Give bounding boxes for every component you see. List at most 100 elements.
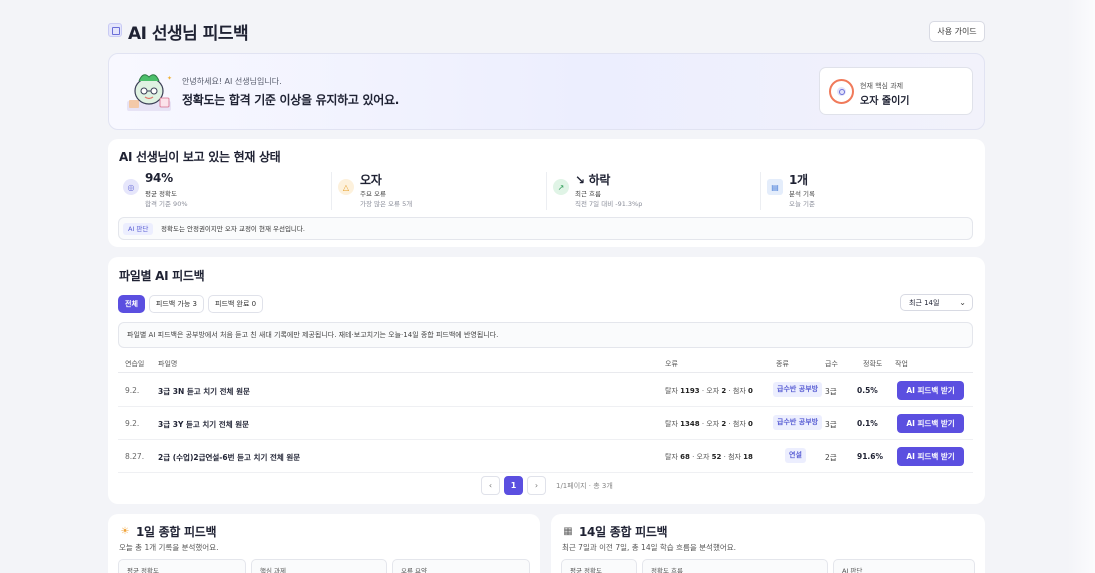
mascot-teacher-icon: ✦ — [127, 74, 172, 111]
core-task-label: 현재 핵심 과제 — [860, 82, 904, 90]
row-filename: 3급 3Y 듣고 치기 전체 원문 — [158, 420, 250, 429]
filter-tabs: 전체 피드백 가능 3 피드백 완료 0 — [118, 295, 264, 313]
ai-judgement-tag: AI 판단 — [123, 223, 154, 235]
metric-label: 최근 흐름 — [575, 190, 601, 198]
page-1-button[interactable]: 1 — [504, 476, 523, 495]
metric-value: 오자 — [360, 173, 382, 187]
metric-trend: ↗ ↘ 하락 최근 흐름 직전 7일 대비 -91.3%p — [548, 171, 758, 211]
table-header: 연습일 파일명 오류 종류 급수 정확도 작업 — [118, 354, 973, 373]
metric-value: 94% — [145, 171, 173, 185]
date-range-value: 최근 14일 — [909, 298, 940, 307]
summary-box: 오류 요약 — [392, 559, 530, 573]
usage-guide-button[interactable]: 사용 가이드 — [929, 21, 985, 42]
row-grade: 3급 — [825, 387, 837, 396]
get-ai-feedback-button[interactable]: AI 피드백 받기 — [897, 447, 964, 466]
row-type-badge: 급수반 공부방 — [773, 382, 823, 397]
daily-summary-card: ☀ 1일 종합 피드백 오늘 총 1개 기록을 분석했어요. 평균 정확도 핵심… — [108, 514, 540, 573]
metric-value: 1개 — [789, 173, 808, 187]
row-date: 9.2. — [125, 386, 140, 395]
warning-icon: △ — [338, 179, 354, 195]
row-errors: 탈자 1193 · 오자 2 · 첨자 0 — [665, 387, 753, 395]
row-grade: 2급 — [825, 453, 837, 462]
dashboard-icon — [108, 23, 122, 37]
trend-icon: ↗ — [553, 179, 569, 195]
page: AI 선생님 피드백 사용 가이드 ✦ 안녕하세요! AI 선생님입니다. 정확… — [108, 0, 985, 573]
row-date: 9.2. — [125, 419, 140, 428]
daily-summary-desc: 오늘 총 1개 기록을 분석했어요. — [119, 543, 219, 552]
summary-box: 정확도 흐름 — [642, 559, 828, 573]
target-icon: ◎ — [123, 179, 139, 195]
row-errors: 탈자 68 · 오자 52 · 첨자 18 — [665, 453, 753, 461]
file-feedback-title: 파일별 AI 피드백 — [119, 269, 205, 283]
row-type-badge: 연설 — [785, 448, 806, 463]
summary-box: 핵심 과제 — [251, 559, 387, 573]
get-ai-feedback-button[interactable]: AI 피드백 받기 — [897, 414, 964, 433]
fourteen-day-summary-desc: 최근 7일과 이전 7일, 총 14일 학습 흐름을 분석했어요. — [562, 543, 737, 552]
tab-feedback-done[interactable]: 피드백 완료 0 — [208, 295, 264, 313]
row-type-badge: 급수반 공부방 — [773, 415, 823, 430]
target-ring-icon — [829, 79, 854, 104]
summary-box: 평균 정확도 — [561, 559, 637, 573]
hero-message: 정확도는 합격 기준 이상을 유지하고 있어요. — [182, 93, 399, 107]
metric-sub: 오늘 기준 — [789, 200, 815, 208]
date-range-select[interactable]: 최근 14일 ⌄ — [900, 294, 973, 311]
table-row: 9.2. 3급 3N 듣고 치기 전체 원문 탈자 1193 · 오자 2 · … — [118, 374, 973, 407]
row-errors: 탈자 1348 · 오자 2 · 첨자 0 — [665, 420, 753, 428]
metric-main-error: △ 오자 주요 오류 가장 많은 오류 5개 — [333, 171, 543, 211]
get-ai-feedback-button[interactable]: AI 피드백 받기 — [897, 381, 964, 400]
chevron-down-icon: ⌄ — [959, 298, 966, 307]
tab-all[interactable]: 전체 — [118, 295, 145, 313]
fourteen-day-summary-card: ▦ 14일 종합 피드백 최근 7일과 이전 7일, 총 14일 학습 흐름을 … — [551, 514, 985, 573]
row-grade: 3급 — [825, 420, 837, 429]
row-accuracy: 0.1% — [857, 419, 878, 428]
metric-value: ↘ 하락 — [575, 173, 611, 187]
metric-label: 분석 기록 — [789, 190, 815, 198]
table-row: 9.2. 3급 3Y 듣고 치기 전체 원문 탈자 1348 · 오자 2 · … — [118, 407, 973, 440]
hero-banner: ✦ 안녕하세요! AI 선생님입니다. 정확도는 합격 기준 이상을 유지하고 … — [108, 53, 985, 130]
row-filename: 3급 3N 듣고 치기 전체 원문 — [158, 387, 250, 396]
column-header: 정확도 — [863, 360, 883, 368]
summary-box: 평균 정확도 — [118, 559, 246, 573]
status-card: AI 선생님이 보고 있는 현재 상태 ◎ 94% 평균 정확도 합격 기준 9… — [108, 139, 985, 247]
core-task-card: 현재 핵심 과제 오자 줄이기 — [819, 67, 973, 115]
row-accuracy: 0.5% — [857, 386, 878, 395]
column-header: 종류 — [776, 360, 789, 368]
row-accuracy: 91.6% — [857, 452, 884, 461]
calendar-icon: ▦ — [563, 525, 573, 537]
metric-accuracy: ◎ 94% 평균 정확도 합격 기준 90% — [118, 171, 328, 211]
divider — [546, 172, 547, 210]
page-edge — [1067, 0, 1095, 573]
status-title: AI 선생님이 보고 있는 현재 상태 — [119, 150, 281, 164]
metric-sub: 직전 7일 대비 -91.3%p — [575, 200, 643, 208]
column-header: 작업 — [895, 360, 908, 368]
summary-box: AI 판단 — [833, 559, 975, 573]
row-date: 8.27. — [125, 452, 145, 461]
pagination-info: 1/1페이지 · 총 3개 — [556, 481, 613, 490]
next-page-button[interactable]: › — [527, 476, 546, 495]
page-title: AI 선생님 피드백 — [128, 24, 249, 44]
core-task-value: 오자 줄이기 — [860, 96, 910, 107]
fourteen-day-summary-title: 14일 종합 피드백 — [579, 525, 668, 539]
metric-label: 평균 정확도 — [145, 190, 177, 198]
metric-sub: 합격 기준 90% — [145, 200, 188, 208]
svg-text:✦: ✦ — [167, 75, 172, 82]
row-filename: 2급 (수업)2급연설-6번 듣고 치기 전체 원문 — [158, 453, 301, 462]
column-header: 오류 — [665, 360, 678, 368]
divider — [331, 172, 332, 210]
hero-greeting: 안녕하세요! AI 선생님입니다. — [182, 77, 282, 86]
metric-sub: 가장 많은 오류 5개 — [360, 200, 413, 208]
notice-bar: 파일별 AI 피드백은 공부방에서 처음 듣고 친 새대 기록에만 제공됩니다.… — [118, 322, 973, 348]
tab-feedback-available[interactable]: 피드백 가능 3 — [148, 295, 204, 313]
column-header: 파일명 — [158, 360, 178, 368]
divider — [760, 172, 761, 210]
metric-records: ▤ 1개 분석 기록 오늘 기준 — [762, 171, 972, 211]
sun-icon: ☀ — [120, 525, 130, 537]
pagination: ‹ 1 › 1/1페이지 · 총 3개 — [481, 476, 613, 495]
table-row: 8.27. 2급 (수업)2급연설-6번 듣고 치기 전체 원문 탈자 68 ·… — [118, 440, 973, 473]
daily-summary-title: 1일 종합 피드백 — [136, 525, 217, 539]
ai-judgement-text: 정확도는 안정권이지만 오자 교정이 현재 우선입니다. — [161, 225, 305, 233]
column-header: 급수 — [825, 360, 838, 368]
file-feedback-card: 파일별 AI 피드백 전체 피드백 가능 3 피드백 완료 0 최근 14일 ⌄… — [108, 257, 985, 504]
prev-page-button[interactable]: ‹ — [481, 476, 500, 495]
column-header: 연습일 — [125, 360, 145, 368]
